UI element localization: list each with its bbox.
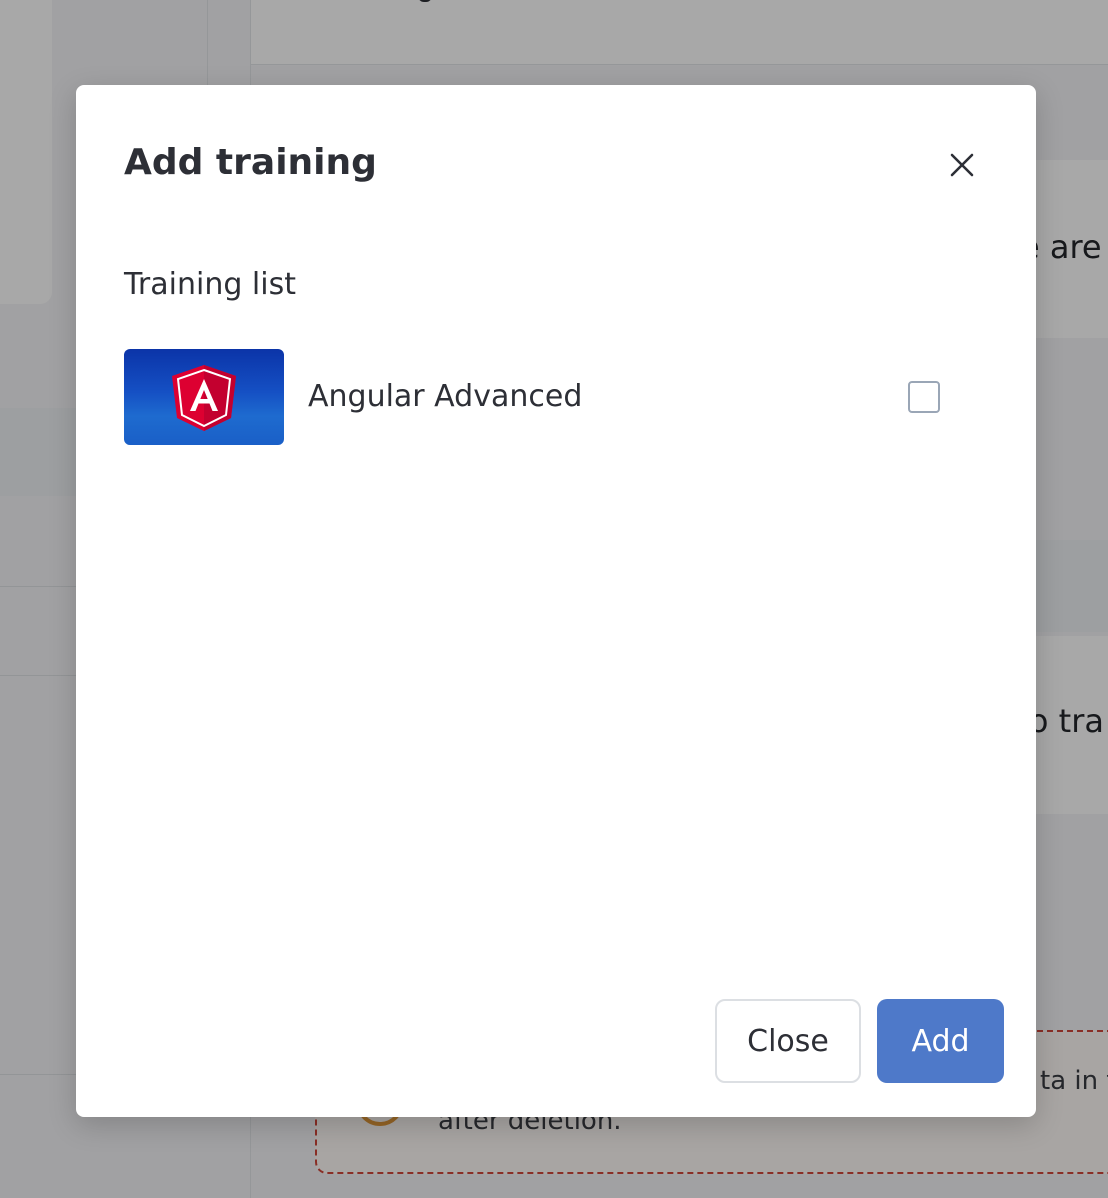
add-training-dialog: Add training Training list Angular Advan… [76, 85, 1036, 1117]
dialog-title: Add training [124, 142, 377, 183]
angular-logo-icon [172, 365, 236, 431]
dialog-close-button[interactable] [940, 143, 984, 187]
add-button[interactable]: Add [877, 999, 1004, 1083]
training-list-item: Angular Advanced [124, 349, 964, 445]
training-select-checkbox[interactable] [908, 381, 940, 413]
training-list-label: Training list [124, 267, 296, 302]
close-icon [950, 153, 974, 177]
training-thumbnail [124, 349, 284, 445]
close-button[interactable]: Close [715, 999, 861, 1083]
training-name: Angular Advanced [308, 379, 583, 414]
